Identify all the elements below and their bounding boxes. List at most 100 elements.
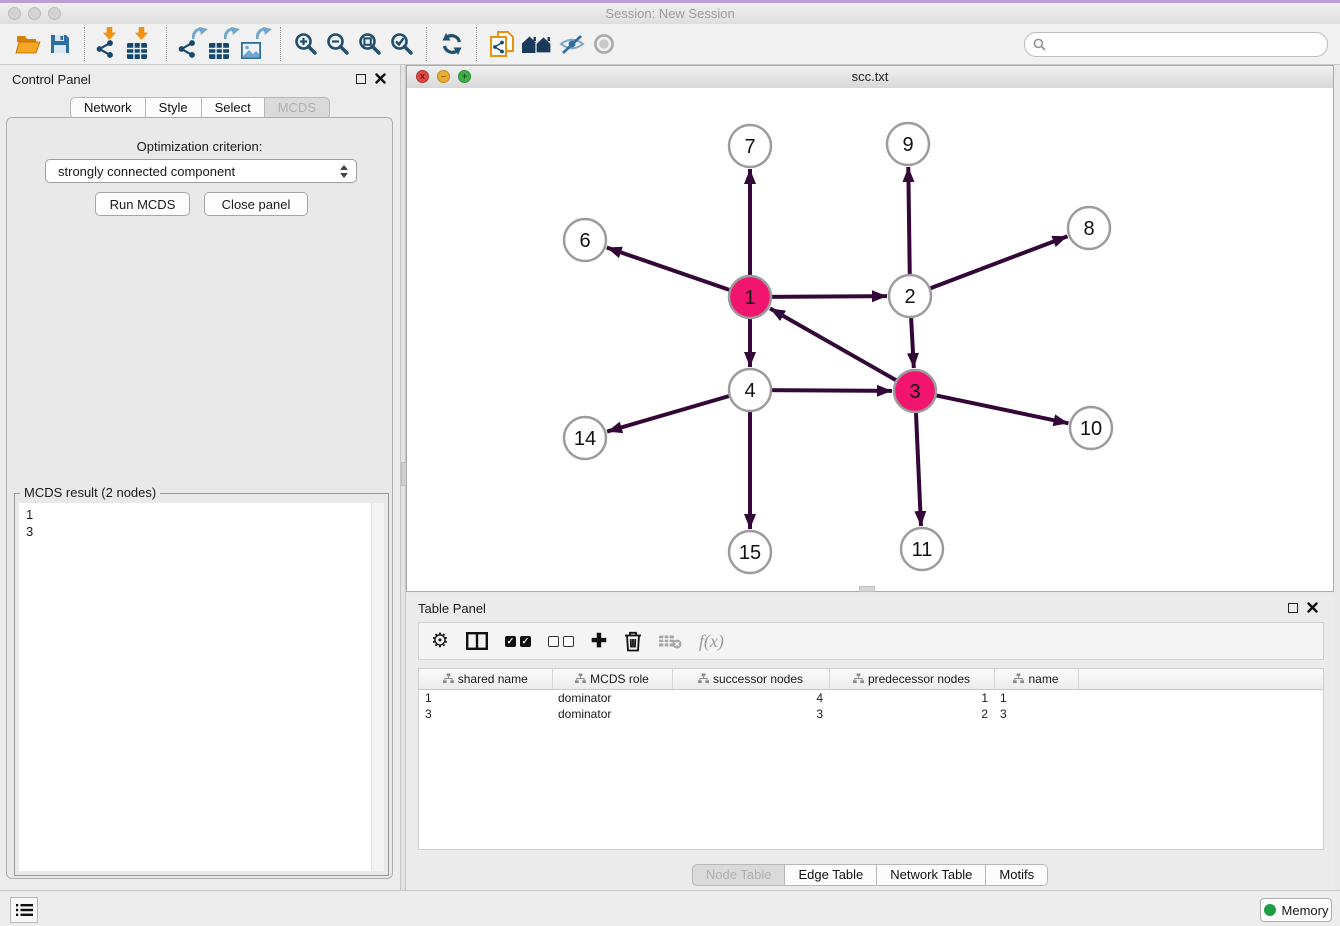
edge-2-9[interactable] <box>908 167 910 278</box>
table-panel-header-icons <box>1288 602 1318 613</box>
table-cell[interactable]: 3 <box>419 706 552 722</box>
column-header-filler <box>1078 669 1323 690</box>
zoom-in-icon[interactable] <box>290 27 322 61</box>
table-cell[interactable]: 3 <box>672 706 829 722</box>
svg-text:15: 15 <box>739 542 761 564</box>
close-table-panel-icon[interactable] <box>1307 602 1318 613</box>
float-panel-icon[interactable] <box>356 74 366 84</box>
search-field[interactable] <box>1024 32 1328 57</box>
table-panel: Table Panel ⚙ ✓✓ ✚ <box>406 596 1334 890</box>
delete-icon[interactable] <box>624 626 642 656</box>
save-session-icon[interactable] <box>44 27 76 61</box>
import-table-icon[interactable] <box>126 27 158 61</box>
refresh-icon[interactable] <box>436 27 468 61</box>
column-header-0[interactable]: shared name <box>419 669 552 690</box>
node-7[interactable]: 7 <box>729 125 771 167</box>
node-6[interactable]: 6 <box>564 219 606 261</box>
zoom-fit-icon[interactable] <box>354 27 386 61</box>
export-image-icon[interactable] <box>240 27 272 61</box>
tab-network-table[interactable]: Network Table <box>876 864 986 886</box>
table-cell[interactable]: 1 <box>829 690 994 707</box>
table-row[interactable]: 3dominator323 <box>419 706 1323 722</box>
memory-label: Memory <box>1282 903 1329 918</box>
optimization-select[interactable]: strongly connected component <box>45 159 357 183</box>
node-9[interactable]: 9 <box>887 123 929 165</box>
network-canvas[interactable]: 7 9 6 8 1 2 4 3 14 10 15 11 <box>407 88 1333 591</box>
node-1[interactable]: 1 <box>729 276 771 318</box>
column-header-2[interactable]: successor nodes <box>672 669 829 690</box>
zoom-out-icon[interactable] <box>322 27 354 61</box>
edge-3-1[interactable] <box>770 308 899 382</box>
edge-3-11[interactable] <box>916 409 921 526</box>
close-panel-icon[interactable] <box>375 73 386 84</box>
node-3[interactable]: 3 <box>894 370 936 412</box>
column-layout-icon[interactable] <box>466 626 488 656</box>
status-bar: Memory <box>0 890 1340 926</box>
node-14[interactable]: 14 <box>564 417 606 459</box>
canvas-splitter-handle[interactable] <box>859 586 875 592</box>
main-toolbar <box>0 24 1340 65</box>
column-header-3[interactable]: predecessor nodes <box>829 669 994 690</box>
edge-1-2[interactable] <box>768 296 887 297</box>
table-cell[interactable]: 1 <box>419 690 552 707</box>
select-all-icon[interactable]: ✓✓ <box>505 626 531 656</box>
edge-3-10[interactable] <box>933 395 1069 424</box>
column-header-1[interactable]: MCDS role <box>552 669 672 690</box>
result-scrollbar[interactable] <box>371 503 384 871</box>
edge-2-3[interactable] <box>911 314 914 368</box>
edge-4-3[interactable] <box>768 390 892 391</box>
import-network-icon[interactable] <box>94 27 126 61</box>
svg-text:4: 4 <box>744 380 755 402</box>
float-table-panel-icon[interactable] <box>1288 603 1298 613</box>
tab-edge-table[interactable]: Edge Table <box>784 864 877 886</box>
node-10[interactable]: 10 <box>1070 407 1112 449</box>
tab-select[interactable]: Select <box>201 97 265 119</box>
first-neighbors-icon[interactable] <box>486 27 518 61</box>
mcds-result-title: MCDS result (2 nodes) <box>20 485 160 500</box>
show-all-icon[interactable] <box>588 27 620 61</box>
mcds-result-text[interactable]: 1 3 <box>19 503 371 871</box>
node-15[interactable]: 15 <box>729 531 771 573</box>
export-table-icon[interactable] <box>208 27 240 61</box>
run-mcds-button[interactable]: Run MCDS <box>95 192 190 216</box>
tab-style[interactable]: Style <box>145 97 202 119</box>
network-window-titlebar[interactable]: x – + scc.txt <box>407 66 1333 89</box>
homes-icon[interactable] <box>518 27 556 61</box>
toolbar-separator <box>84 27 86 61</box>
node-8[interactable]: 8 <box>1068 207 1110 249</box>
edge-2-8[interactable] <box>927 236 1068 289</box>
deselect-all-icon[interactable] <box>548 626 574 656</box>
column-header-4[interactable]: name <box>994 669 1078 690</box>
table-cell[interactable]: dominator <box>552 690 672 707</box>
edge-4-14[interactable] <box>607 395 733 432</box>
search-icon <box>1033 38 1046 51</box>
search-input[interactable] <box>1051 34 1319 54</box>
table-cell[interactable]: dominator <box>552 706 672 722</box>
network-graph[interactable]: 7 9 6 8 1 2 4 3 14 10 15 11 <box>407 88 1333 591</box>
add-column-icon[interactable]: ✚ <box>591 626 607 656</box>
table-cell[interactable]: 1 <box>994 690 1078 707</box>
table-cell[interactable]: 2 <box>829 706 994 722</box>
node-2[interactable]: 2 <box>889 275 931 317</box>
table-toolbar: ⚙ ✓✓ ✚ <box>418 622 1324 660</box>
table-cell[interactable]: 4 <box>672 690 829 707</box>
edge-1-6[interactable] <box>607 248 733 292</box>
optimization-value: strongly connected component <box>58 164 235 179</box>
node-4[interactable]: 4 <box>729 369 771 411</box>
task-history-button[interactable] <box>10 897 38 923</box>
close-panel-button[interactable]: Close panel <box>204 192 308 216</box>
tab-motifs[interactable]: Motifs <box>985 864 1048 886</box>
tab-node-table[interactable]: Node Table <box>692 864 786 886</box>
zoom-selected-icon[interactable] <box>386 27 418 61</box>
settings-gear-icon[interactable]: ⚙ <box>431 626 449 656</box>
open-session-icon[interactable] <box>12 27 44 61</box>
node-11[interactable]: 11 <box>901 528 943 570</box>
table-cell[interactable]: 3 <box>994 706 1078 722</box>
tab-mcds[interactable]: MCDS <box>264 97 330 119</box>
memory-button[interactable]: Memory <box>1260 898 1332 922</box>
export-network-icon[interactable] <box>176 27 208 61</box>
hide-selected-icon[interactable] <box>556 27 588 61</box>
table-row[interactable]: 1dominator411 <box>419 690 1323 707</box>
tab-network[interactable]: Network <box>70 97 146 119</box>
svg-text:1: 1 <box>744 287 755 309</box>
